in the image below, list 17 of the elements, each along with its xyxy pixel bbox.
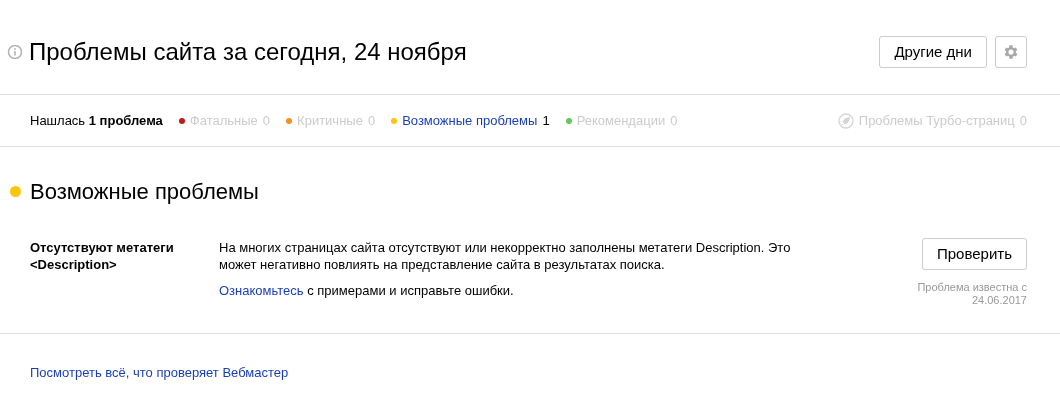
examples-link[interactable]: Ознакомьтесь xyxy=(219,283,304,298)
gear-icon xyxy=(1002,43,1020,61)
found-count: Нашлась 1 проблема xyxy=(30,111,163,130)
problem-hint: Ознакомьтесь с примерами и исправьте ошибки. xyxy=(219,282,515,299)
rocket-icon xyxy=(837,112,854,129)
info-icon xyxy=(7,44,23,60)
problem-name: Отсутствуют метатеги <Description> xyxy=(30,239,175,274)
filter-link[interactable]: Возможные проблемы xyxy=(402,110,538,131)
page-title: Проблемы сайта за сегодня, 24 ноября xyxy=(29,40,467,64)
section-title: Возможные проблемы xyxy=(30,180,259,203)
problem-description: На многих страницах сайта отсутствуют или некорректно заполнены метатеги Description. Это может негативно повлиять на представление сайта в результатах поиска. xyxy=(219,239,792,273)
known-since: Проблема известна с 24.06.2017 xyxy=(916,281,1027,307)
check-button[interactable]: Проверить xyxy=(922,238,1027,270)
filter-count: 1 xyxy=(542,111,550,130)
settings-button[interactable] xyxy=(995,36,1027,68)
footer-link[interactable]: Посмотреть всё, что проверяет Вебмастер xyxy=(30,365,289,380)
other-days-button[interactable]: Другие дни xyxy=(879,36,987,68)
